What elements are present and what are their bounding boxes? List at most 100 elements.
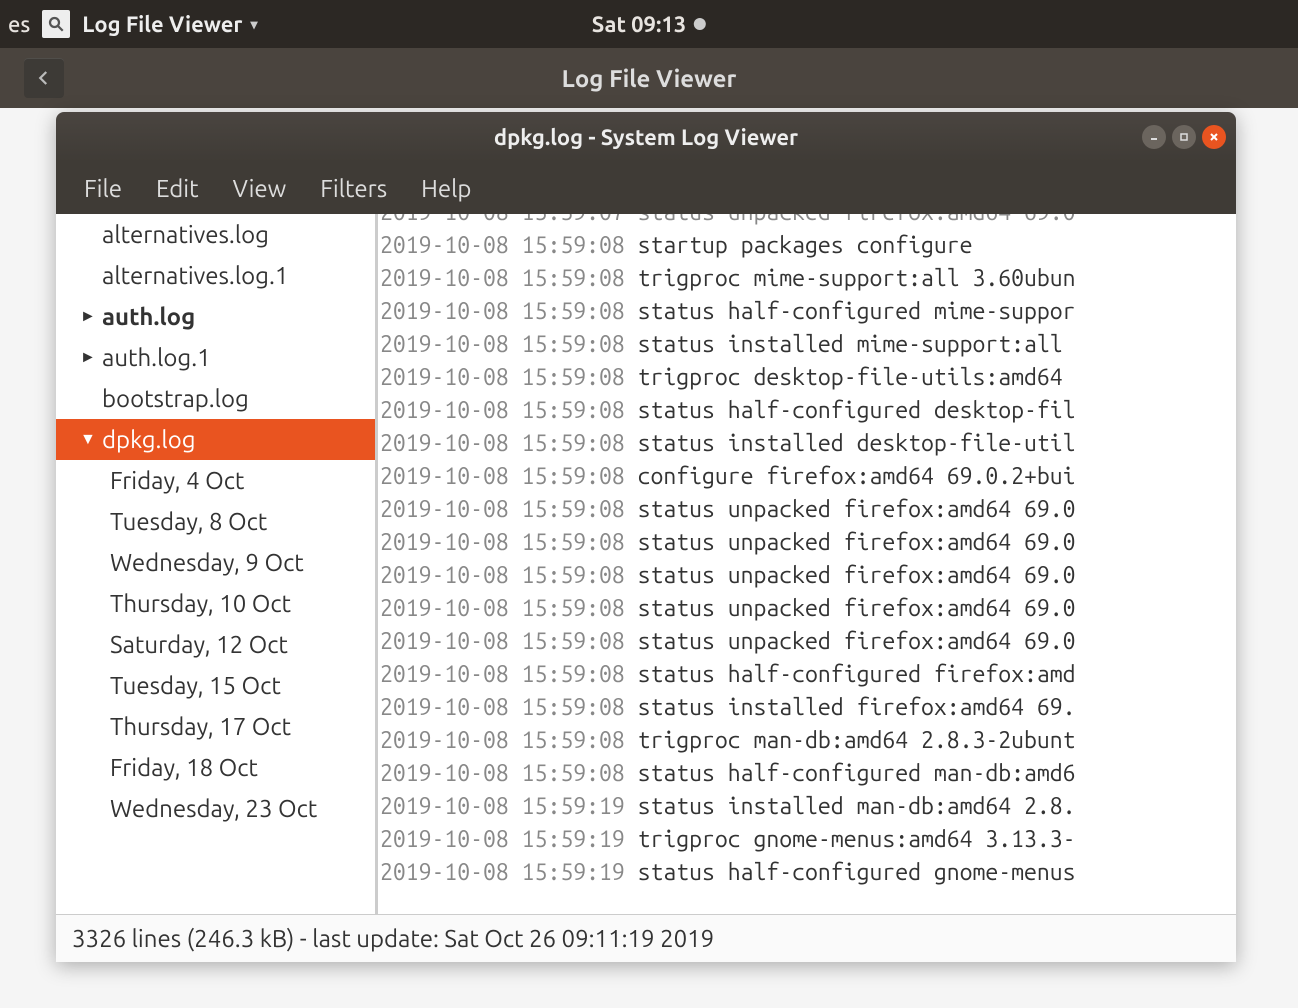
log-line: 2019-10-08 15:59:19 status half-configur… bbox=[380, 856, 1236, 889]
tree-child-date[interactable]: Thursday, 10 Oct bbox=[56, 583, 375, 624]
log-timestamp: 2019-10-08 15:59:08 bbox=[380, 761, 638, 786]
log-message: status unpacked firefox:amd64 69.0 bbox=[638, 629, 1076, 654]
log-message: status installed firefox:amd64 69. bbox=[638, 695, 1076, 720]
log-message: trigproc gnome-menus:amd64 3.13.3- bbox=[638, 827, 1076, 852]
log-line: 2019-10-08 15:59:19 status installed man… bbox=[380, 790, 1236, 823]
log-timestamp: 2019-10-08 15:59:08 bbox=[380, 563, 638, 588]
log-timestamp: 2019-10-08 15:59:19 bbox=[380, 794, 638, 819]
log-timestamp: 2019-10-08 15:59:08 bbox=[380, 233, 638, 258]
log-tree-sidebar[interactable]: alternatives.logalternatives.log.1 ► auth.… bbox=[56, 214, 378, 914]
clock-text: Sat 09:13 bbox=[592, 12, 686, 37]
log-message: status half-configured desktop-fil bbox=[638, 398, 1076, 423]
log-timestamp: 2019-10-08 15:59:08 bbox=[380, 266, 638, 291]
log-line: 2019-10-08 15:59:08 status half-configur… bbox=[380, 394, 1236, 427]
log-line: 2019-10-08 15:59:08 status unpacked fire… bbox=[380, 526, 1236, 559]
tree-item-label: auth.log bbox=[102, 303, 195, 330]
log-message: status half-configured gnome-menus bbox=[638, 860, 1076, 885]
dialog-window: dpkg.log - System Log Viewer File Edit V… bbox=[56, 112, 1236, 962]
minimize-button[interactable] bbox=[1142, 125, 1166, 149]
log-timestamp: 2019-10-08 15:59:08 bbox=[380, 464, 638, 489]
log-line: 2019-10-08 15:59:08 status half-configur… bbox=[380, 757, 1236, 790]
tree-child-date[interactable]: Tuesday, 8 Oct bbox=[56, 501, 375, 542]
maximize-button[interactable] bbox=[1172, 125, 1196, 149]
log-line: 2019-10-08 15:59:08 trigproc mime-suppor… bbox=[380, 262, 1236, 295]
back-button[interactable] bbox=[24, 58, 64, 98]
log-line: 2019-10-08 15:59:08 configure firefox:am… bbox=[380, 460, 1236, 493]
log-message: status unpacked firefox:amd64 69.0 bbox=[638, 563, 1076, 588]
log-content-view[interactable]: 2019-10-08 15:59:07 status unpacked fire… bbox=[378, 214, 1236, 914]
tree-child-date[interactable]: Friday, 18 Oct bbox=[56, 747, 375, 788]
tree-item-alternatives-log-1[interactable]: alternatives.log.1 bbox=[56, 255, 375, 296]
log-line: 2019-10-08 15:59:08 status installed des… bbox=[380, 427, 1236, 460]
tree-child-date[interactable]: Wednesday, 9 Oct bbox=[56, 542, 375, 583]
menu-file[interactable]: File bbox=[68, 167, 138, 210]
clock[interactable]: Sat 09:13 bbox=[592, 12, 706, 37]
log-message: status unpacked firefox:amd64 69.0 bbox=[638, 530, 1076, 555]
menubar: File Edit View Filters Help bbox=[56, 162, 1236, 214]
log-timestamp: 2019-10-08 15:59:08 bbox=[380, 695, 638, 720]
gnome-top-panel: es Log File Viewer ▾ Sat 09:13 bbox=[0, 0, 1298, 48]
log-timestamp: 2019-10-08 15:59:08 bbox=[380, 332, 638, 357]
header-title: Log File Viewer bbox=[562, 65, 737, 92]
tree-child-date[interactable]: Tuesday, 15 Oct bbox=[56, 665, 375, 706]
log-message: status half-configured mime-suppor bbox=[638, 299, 1076, 324]
log-line: 2019-10-08 15:59:08 status installed fir… bbox=[380, 691, 1236, 724]
tree-item-dpkg-log[interactable]: ▼ dpkg.log bbox=[56, 419, 375, 460]
tree-item-label: dpkg.log bbox=[102, 426, 196, 453]
tree-item-auth-log-1[interactable]: ► auth.log.1 bbox=[56, 337, 375, 378]
tree-child-date[interactable]: Thursday, 17 Oct bbox=[56, 706, 375, 747]
chevron-right-icon: ► bbox=[80, 307, 94, 326]
log-line: 2019-10-08 15:59:08 status installed mim… bbox=[380, 328, 1236, 361]
close-button[interactable] bbox=[1202, 125, 1226, 149]
log-line: 2019-10-08 15:59:08 status unpacked fire… bbox=[380, 625, 1236, 658]
log-timestamp: 2019-10-08 15:59:08 bbox=[380, 497, 638, 522]
menu-edit[interactable]: Edit bbox=[140, 167, 215, 210]
notification-dot-icon bbox=[694, 18, 706, 30]
log-line-partial: 2019-10-08 15:59:07 status unpacked fire… bbox=[380, 214, 1236, 229]
chevron-down-icon: ▼ bbox=[80, 430, 94, 449]
log-message: status installed mime-support:all bbox=[638, 332, 1063, 357]
header-bar: Log File Viewer bbox=[0, 48, 1298, 108]
log-line: 2019-10-08 15:59:08 status unpacked fire… bbox=[380, 493, 1236, 526]
panel-fragment: es bbox=[8, 12, 30, 37]
log-timestamp: 2019-10-08 15:59:19 bbox=[380, 860, 638, 885]
log-timestamp: 2019-10-08 15:59:08 bbox=[380, 728, 638, 753]
log-timestamp: 2019-10-08 15:59:08 bbox=[380, 530, 638, 555]
log-line: 2019-10-08 15:59:08 startup packages con… bbox=[380, 229, 1236, 262]
app-menu-label: Log File Viewer bbox=[82, 12, 242, 37]
tree-item-bootstrap-log[interactable]: bootstrap.log bbox=[56, 378, 375, 419]
log-message: configure firefox:amd64 69.0.2+bui bbox=[638, 464, 1076, 489]
chevron-right-icon: ► bbox=[80, 348, 94, 367]
log-timestamp: 2019-10-08 15:59:08 bbox=[380, 431, 638, 456]
window-titlebar[interactable]: dpkg.log - System Log Viewer bbox=[56, 112, 1236, 162]
menu-help[interactable]: Help bbox=[405, 167, 487, 210]
log-line: 2019-10-08 15:59:08 trigproc desktop-fil… bbox=[380, 361, 1236, 394]
chevron-down-icon: ▾ bbox=[250, 16, 257, 33]
window-title: dpkg.log - System Log Viewer bbox=[494, 125, 798, 150]
log-message: status installed man-db:amd64 2.8. bbox=[638, 794, 1076, 819]
log-message: status half-configured firefox:amd bbox=[638, 662, 1076, 687]
menu-filters[interactable]: Filters bbox=[304, 167, 403, 210]
log-line: 2019-10-08 15:59:08 status half-configur… bbox=[380, 295, 1236, 328]
log-timestamp: 2019-10-08 15:59:08 bbox=[380, 629, 638, 654]
app-menu-title[interactable]: Log File Viewer ▾ bbox=[82, 12, 257, 37]
log-message: status installed desktop-file-util bbox=[638, 431, 1076, 456]
tree-item-label: auth.log.1 bbox=[102, 344, 211, 371]
log-message: status unpacked firefox:amd64 69.0 bbox=[638, 596, 1076, 621]
tree-child-date[interactable]: Friday, 4 Oct bbox=[56, 460, 375, 501]
menu-view[interactable]: View bbox=[217, 167, 303, 210]
log-message: trigproc mime-support:all 3.60ubun bbox=[638, 266, 1076, 291]
log-timestamp: 2019-10-08 15:59:08 bbox=[380, 299, 638, 324]
log-timestamp: 2019-10-08 15:59:08 bbox=[380, 365, 638, 390]
tree-item-alternatives-log[interactable]: alternatives.log bbox=[56, 214, 375, 255]
log-timestamp: 2019-10-08 15:59:19 bbox=[380, 827, 638, 852]
tree-item-auth-log[interactable]: ► auth.log bbox=[56, 296, 375, 337]
content-area: alternatives.logalternatives.log.1 ► auth.… bbox=[56, 214, 1236, 914]
tree-child-date[interactable]: Wednesday, 23 Oct bbox=[56, 788, 375, 829]
log-line: 2019-10-08 15:59:08 status half-configur… bbox=[380, 658, 1236, 691]
search-icon[interactable] bbox=[42, 10, 70, 38]
tree-child-date[interactable]: Saturday, 12 Oct bbox=[56, 624, 375, 665]
log-line: 2019-10-08 15:59:08 trigproc man-db:amd6… bbox=[380, 724, 1236, 757]
log-message: status unpacked firefox:amd64 69.0 bbox=[638, 497, 1076, 522]
tree-item-label: bootstrap.log bbox=[102, 385, 249, 412]
